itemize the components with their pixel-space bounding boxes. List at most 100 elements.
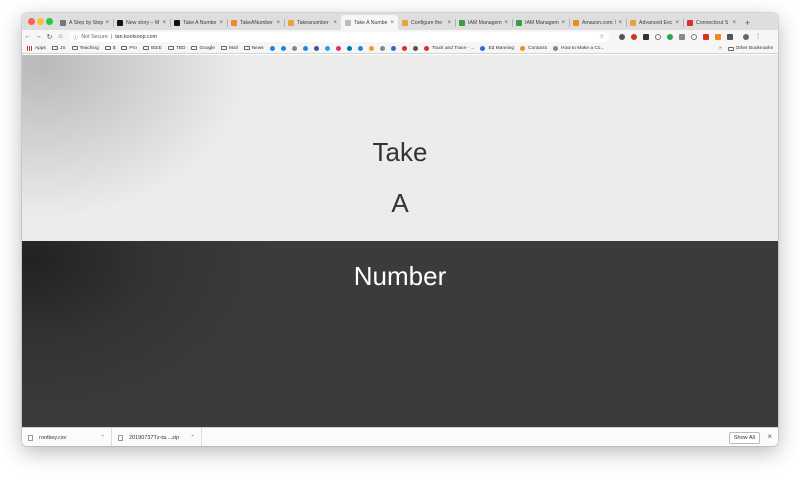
bookmark-favicon-icon[interactable] bbox=[269, 45, 275, 51]
key-icon bbox=[516, 19, 522, 26]
tab[interactable]: Advanced Exc × bbox=[626, 15, 683, 30]
extension-icon[interactable] bbox=[727, 33, 733, 40]
bookmark-folder[interactable]: Google bbox=[191, 45, 215, 51]
bookmark-favicon-icon[interactable] bbox=[357, 45, 363, 51]
extension-icon[interactable] bbox=[715, 33, 721, 40]
bookmark-link[interactable]: Track and Trace - ... bbox=[423, 45, 474, 51]
chevron-up-icon[interactable]: ⌃ bbox=[190, 435, 195, 441]
more-bookmarks-chevron[interactable]: » bbox=[719, 46, 722, 51]
zoom-window-button[interactable] bbox=[46, 18, 53, 25]
word-number: Number bbox=[353, 261, 447, 291]
tab[interactable]: TakeANumber × bbox=[227, 15, 284, 30]
bookmarks-bar: Apps JS Teaching $ Pro IEEE TBD Google Mail News T… bbox=[22, 43, 778, 54]
reload-icon[interactable]: ↻ bbox=[44, 33, 55, 41]
close-icon[interactable]: × bbox=[675, 20, 679, 26]
bookmark-folder[interactable]: JS bbox=[51, 46, 66, 51]
extension-icon[interactable] bbox=[679, 33, 685, 40]
bookmark-link[interactable]: Contacts bbox=[520, 45, 547, 51]
new-tab-button[interactable]: + bbox=[740, 15, 750, 30]
close-window-button[interactable] bbox=[28, 18, 35, 25]
close-icon[interactable]: × bbox=[732, 20, 736, 26]
bookmark-favicon-icon[interactable] bbox=[324, 45, 330, 51]
bookmark-favicon-icon[interactable] bbox=[313, 45, 319, 51]
tab[interactable]: A Step by Step × bbox=[56, 15, 113, 30]
url-text: tan.kootsoop.com bbox=[115, 33, 158, 40]
close-icon[interactable]: × bbox=[504, 20, 508, 26]
file-icon bbox=[118, 434, 123, 441]
bookmark-link[interactable]: How to Make a Co... bbox=[553, 45, 604, 51]
close-icon[interactable]: × bbox=[219, 20, 223, 26]
bookmark-favicon-icon[interactable] bbox=[390, 45, 396, 51]
show-all-button[interactable]: Show All bbox=[728, 432, 760, 444]
bookmark-label: Mail bbox=[228, 45, 238, 51]
other-bookmarks[interactable]: » Other Bookmarks bbox=[719, 46, 773, 51]
close-icon[interactable]: × bbox=[162, 20, 166, 26]
bookmark-favicon-icon[interactable] bbox=[280, 45, 286, 51]
security-label: Not Secure bbox=[81, 33, 108, 40]
extension-icon[interactable] bbox=[643, 33, 649, 40]
close-icon[interactable]: × bbox=[276, 20, 280, 26]
bookmark-favicon-icon[interactable] bbox=[302, 45, 308, 51]
bookmark-favicon-icon[interactable] bbox=[335, 45, 341, 51]
bookmark-favicon-icon[interactable] bbox=[412, 45, 418, 51]
bookmark-folder[interactable]: Mail bbox=[220, 45, 238, 51]
profile-avatar[interactable] bbox=[743, 33, 749, 40]
bookmark-folder[interactable]: TBD bbox=[167, 46, 185, 51]
bookmark-folder[interactable]: Apps bbox=[27, 45, 46, 51]
extension-icon[interactable] bbox=[631, 33, 637, 40]
bookmark-favicon-icon[interactable] bbox=[346, 45, 352, 51]
tab[interactable]: IAM Managem × bbox=[512, 15, 569, 30]
close-icon[interactable]: × bbox=[447, 20, 451, 26]
close-icon[interactable]: × bbox=[333, 20, 337, 26]
download-item[interactable]: rootkey.csv ⌃ bbox=[22, 428, 112, 446]
tab[interactable]: Connecticut S × bbox=[683, 15, 740, 30]
tab-strip: A Step by Step × New story – M × Take A Numb… bbox=[22, 13, 778, 30]
browser-window: A Step by Step × New story – M × Take A Numb… bbox=[22, 13, 778, 446]
bookmark-folder[interactable]: Pro bbox=[121, 46, 137, 51]
address-bar[interactable]: ⓘ Not Secure | tan.kootsoop.com ☆ bbox=[69, 31, 609, 42]
download-item[interactable]: 20190737Tz-ta....zip ⌃ bbox=[112, 428, 202, 446]
minimize-window-button[interactable] bbox=[37, 18, 44, 25]
other-bookmarks-label: Other Bookmarks bbox=[735, 46, 773, 51]
close-icon[interactable]: × bbox=[105, 20, 109, 26]
extension-icon[interactable] bbox=[667, 33, 673, 40]
bookmark-favicon-icon[interactable] bbox=[379, 45, 385, 51]
extension-icon[interactable] bbox=[655, 33, 661, 40]
bookmark-folder[interactable]: IEEE bbox=[142, 46, 162, 51]
back-icon[interactable]: ← bbox=[22, 33, 33, 40]
star-icon[interactable]: ☆ bbox=[599, 34, 604, 40]
tab[interactable]: Take A Numbe × bbox=[170, 15, 227, 30]
tab-title: IAM Managem bbox=[525, 19, 559, 26]
tab[interactable]: Takeanumber × bbox=[284, 15, 341, 30]
pin-icon bbox=[60, 19, 66, 26]
bookmark-folder[interactable]: $ bbox=[104, 46, 115, 51]
tab[interactable]: IAM Managem × bbox=[455, 15, 512, 30]
extension-icon[interactable] bbox=[691, 33, 697, 40]
close-icon[interactable]: × bbox=[767, 432, 772, 441]
bookmark-folder[interactable]: News bbox=[243, 46, 264, 51]
extension-icon[interactable] bbox=[703, 33, 709, 40]
tab[interactable]: Configure the × bbox=[398, 15, 455, 30]
forward-icon[interactable]: → bbox=[33, 33, 44, 40]
info-icon[interactable]: ⓘ bbox=[73, 33, 78, 41]
bookmark-favicon-icon[interactable] bbox=[368, 45, 374, 51]
menu-icon[interactable]: ⋮ bbox=[755, 33, 761, 40]
tab[interactable]: New story – M × bbox=[113, 15, 170, 30]
bookmark-link[interactable]: Ed Manning bbox=[480, 45, 514, 51]
tab-title: A Step by Step bbox=[69, 19, 104, 26]
close-icon[interactable]: × bbox=[390, 20, 394, 26]
tab[interactable]: Take A Numbe × bbox=[341, 15, 398, 30]
home-icon[interactable]: ⌂ bbox=[55, 33, 66, 40]
tab-title: Takeanumber bbox=[297, 19, 329, 26]
bookmark-favicon-icon[interactable] bbox=[401, 45, 407, 51]
bookmark-favicon-icon[interactable] bbox=[291, 45, 297, 51]
bookmark-folder[interactable]: Teaching bbox=[71, 46, 99, 51]
extension-icon[interactable] bbox=[619, 33, 625, 40]
tab[interactable]: Amazon.com: I × bbox=[569, 15, 626, 30]
close-icon[interactable]: × bbox=[561, 20, 565, 26]
apps-icon bbox=[27, 45, 33, 51]
medium-icon bbox=[174, 19, 180, 26]
chevron-up-icon[interactable]: ⌃ bbox=[100, 435, 105, 441]
close-icon[interactable]: × bbox=[618, 20, 622, 26]
bookmark-label: Google bbox=[199, 45, 215, 51]
